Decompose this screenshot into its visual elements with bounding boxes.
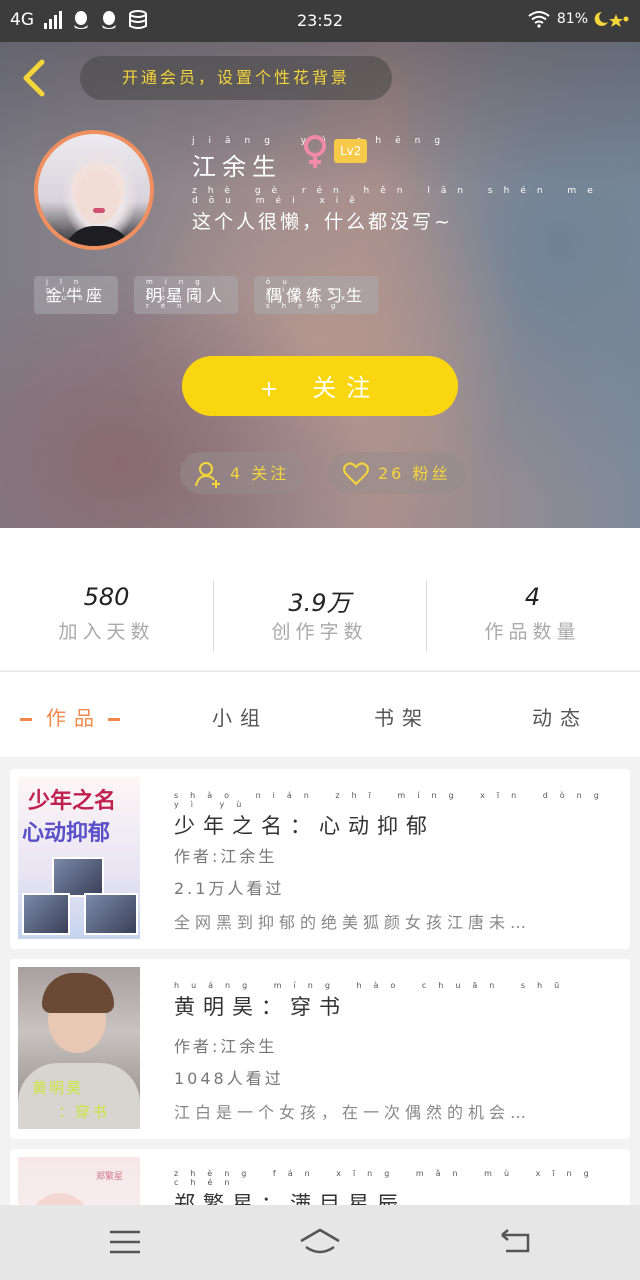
cover-title: 少年之名 <box>28 789 117 814</box>
wifi-icon <box>528 11 550 28</box>
work-title: 黄明昊：穿书 <box>174 995 348 1019</box>
work-title-block: zhèng fán xīng mǎn mù xīng chén 郑繁星：满目星辰 <box>174 1169 630 1205</box>
work-title-pinyin: shào nián zhī míng xīn dòng yì yù <box>174 791 611 809</box>
stat-value: 580 <box>83 583 130 611</box>
cover-subtitle: ：穿书 <box>58 1103 110 1121</box>
tag-pinyin: míng xīng tóng rén <box>146 278 212 310</box>
vip-background-tip[interactable]: 开通会员，设置个性花背景 <box>80 56 392 100</box>
work-card[interactable]: 少年之名 心动抑郁 shào nián zhī míng xīn dòng yì… <box>10 769 630 949</box>
stats-panel: 580 加入天数 3.9万 创作字数 4 作品数量 <box>0 528 640 670</box>
work-title-pinyin: zhèng fán xīng mǎn mù xīng chén <box>174 1169 601 1187</box>
female-icon <box>304 135 326 168</box>
cover-photo <box>22 893 70 935</box>
work-description: 全网黑到抑郁的绝美狐颜女孩江唐未… <box>174 913 532 932</box>
works-list: 少年之名 心动抑郁 shào nián zhī míng xīn dòng yì… <box>0 757 640 1205</box>
tab-label: 作品 <box>46 706 102 730</box>
content-tabs: 作品 小组 书架 动态 <box>0 671 640 757</box>
avatar-face <box>76 170 120 224</box>
stat-works: 4 作品数量 <box>426 583 639 644</box>
user-name: 江余生 <box>192 153 282 181</box>
fans-count-button[interactable]: 26 粉丝 <box>328 452 467 494</box>
tag-pinyin: ǒu xiàng liàn xí shēng <box>266 278 371 310</box>
tab-label: 书架 <box>374 706 430 730</box>
work-card[interactable]: 黄明昊 ：穿书 huáng míng hào chuān shū 黄明昊：穿书 … <box>10 959 630 1139</box>
stat-divider <box>426 580 427 652</box>
plus-icon: + <box>259 377 289 402</box>
bio-text: 这个人很懒，什么都没写~ <box>192 211 453 233</box>
work-cover[interactable]: 黄明昊 ：穿书 <box>18 967 140 1129</box>
status-bar: 4G 23:52 81% <box>0 0 640 42</box>
work-views: 1048人看过 <box>174 1069 284 1088</box>
work-description: 江白是一个女孩，在一次偶然的机会… <box>174 1103 532 1122</box>
back-icon[interactable] <box>498 1227 532 1257</box>
tag-pinyin: jīn niú zuò <box>46 278 95 302</box>
stat-label: 创作字数 <box>271 621 368 643</box>
system-nav-bar <box>0 1205 640 1280</box>
tab-label: 动态 <box>532 706 588 730</box>
work-title: 少年之名：心动抑郁 <box>174 814 435 838</box>
work-cover[interactable]: 少年之名 心动抑郁 <box>18 777 140 939</box>
work-title-block: huáng míng hào chuān shū 黄明昊：穿书 <box>174 981 571 1021</box>
menu-icon[interactable] <box>108 1227 142 1257</box>
stat-value: 4 <box>524 583 541 611</box>
stat-days: 580 加入天数 <box>0 583 213 644</box>
cover-subtitle: 心动抑郁 <box>22 821 111 846</box>
work-title-block: shào nián zhī míng xīn dòng yì yù 少年之名：心… <box>174 791 630 840</box>
work-author: 作者:江余生 <box>174 1037 278 1056</box>
stat-divider <box>213 580 214 652</box>
tab-works[interactable]: 作品 <box>6 702 134 731</box>
stat-value: 3.9万 <box>288 589 351 617</box>
tab-activity[interactable]: 动态 <box>532 702 588 731</box>
back-button[interactable] <box>18 58 50 98</box>
fans-label: 26 粉丝 <box>378 464 451 483</box>
follow-button[interactable]: + 关注 <box>182 356 458 416</box>
following-label: 4 关注 <box>230 464 290 483</box>
cover-title: 黄明昊 <box>32 1079 84 1097</box>
home-icon[interactable] <box>298 1227 342 1257</box>
cover-photo <box>84 893 138 935</box>
avatar[interactable] <box>34 130 154 250</box>
tab-bookshelf[interactable]: 书架 <box>374 702 430 731</box>
tag-idol-trainee[interactable]: ǒu xiàng liàn xí shēng 偶像练习生 <box>254 276 379 314</box>
bio-pinyin: zhè gè rén hěn lǎn shén me dōu méi xiě <box>192 186 604 206</box>
user-add-icon <box>195 462 220 488</box>
following-count-button[interactable]: 4 关注 <box>180 452 306 494</box>
level-badge: Lv2 <box>334 139 368 163</box>
tag-zodiac[interactable]: jīn niú zuò 金牛座 <box>34 276 119 314</box>
work-title: 郑繁星：满目星辰 <box>174 1192 406 1205</box>
battery-percent: 81% <box>556 11 588 27</box>
stat-words: 3.9万 创作字数 <box>213 583 426 644</box>
tab-label: 小组 <box>212 706 268 730</box>
tag-list: jīn niú zuò 金牛座 míng xīng tóng rén 明星同人 ǒu… <box>34 276 379 314</box>
heart-icon <box>343 462 369 486</box>
cover-face <box>30 1193 90 1205</box>
battery-moon-icon <box>594 11 629 27</box>
status-right: 81% <box>527 10 630 28</box>
cover-photo <box>52 857 104 897</box>
work-title-pinyin: huáng míng hào chuān shū <box>174 981 572 990</box>
work-cover[interactable]: 郑繁星 <box>18 1157 140 1205</box>
bio-block: zhè gè rén hěn lǎn shén me dōu méi xiě 这… <box>192 186 640 234</box>
work-author: 作者:江余生 <box>174 847 278 866</box>
avatar-lips <box>93 208 105 213</box>
follow-label: 关注 <box>312 374 381 402</box>
cover-title: 郑繁星 <box>96 1172 124 1182</box>
stat-label: 加入天数 <box>58 621 155 643</box>
tag-fanfic[interactable]: míng xīng tóng rén 明星同人 <box>134 276 239 314</box>
tab-groups[interactable]: 小组 <box>212 702 268 731</box>
stat-label: 作品数量 <box>484 621 581 643</box>
work-card[interactable]: 郑繁星 zhèng fán xīng mǎn mù xīng chén 郑繁星：… <box>10 1149 630 1205</box>
cover-hair <box>42 973 114 1013</box>
work-views: 2.1万人看过 <box>174 879 285 898</box>
